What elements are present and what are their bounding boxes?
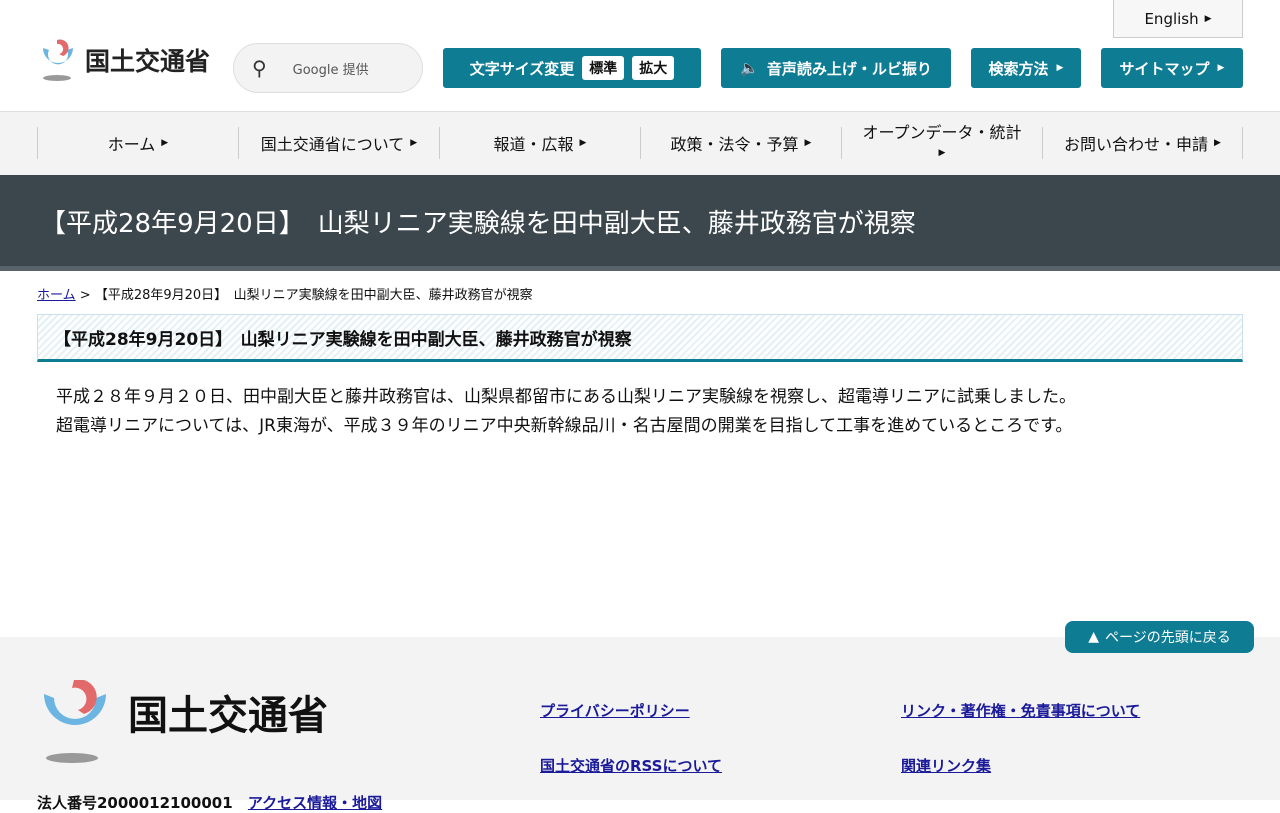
font-size-control: 文字サイズ変更 標準 拡大 [443, 48, 701, 88]
page-top-button[interactable]: ▲ ページの先頭に戻る [1065, 621, 1254, 653]
search-icon: ⚲ [252, 56, 267, 80]
read-aloud-button[interactable]: 🔈 音声読み上げ・ルビ振り [721, 48, 951, 88]
breadcrumb-current: 【平成28年9月20日】 山梨リニア実験線を田中副大臣、藤井政務官が視察 [94, 288, 533, 303]
breadcrumb-home[interactable]: ホーム [37, 288, 76, 303]
mlit-logo-icon [43, 680, 107, 763]
footer-logo-text: 国土交通省 [128, 693, 328, 739]
banner-title: 【平成28年9月20日】 山梨リニア実験線を田中副大臣、藤井政務官が視察 [40, 209, 916, 239]
privacy-link[interactable]: プライバシーポリシー [540, 700, 690, 721]
font-size-label: 文字サイズ変更 [469, 59, 575, 78]
rss-link[interactable]: 国土交通省のRSSについて [540, 755, 722, 776]
logo[interactable]: 国土交通省 [37, 38, 210, 82]
article-body: 平成２８年９月２０日、田中副大臣と藤井政務官は、山梨県都留市にある山梨リニア実験… [56, 383, 1076, 441]
mlit-logo-icon [43, 39, 73, 81]
english-button[interactable]: English ▶ [1113, 0, 1243, 38]
copyright-link[interactable]: リンク・著作権・免責事項について [901, 700, 1140, 721]
font-large-button[interactable]: 拡大 [632, 56, 675, 80]
nav-policy[interactable]: 政策・法令・予算 ▶ [640, 127, 841, 159]
speaker-icon: 🔈 [740, 59, 759, 77]
nav-opendata[interactable]: オープンデータ・統計 ▶ [841, 123, 1042, 159]
paragraph: 超電導リニアについては、JR東海が、平成３９年のリニア中央新幹線品川・名古屋間の… [56, 416, 1073, 436]
logo-text: 国土交通省 [85, 47, 211, 76]
read-aloud-label: 音声読み上げ・ルビ振り [766, 59, 932, 78]
footer-logo: 国土交通省 [38, 680, 328, 764]
search-placeholder: Google 提供 [292, 62, 369, 78]
nav-about[interactable]: 国土交通省について ▶ [238, 127, 439, 159]
breadcrumb-separator: > [79, 288, 91, 303]
nav-press[interactable]: 報道・広報 ▶ [439, 127, 640, 159]
sitemap-label: サイトマップ [1119, 59, 1210, 78]
font-standard-button[interactable]: 標準 [582, 56, 625, 80]
breadcrumb: ホーム > 【平成28年9月20日】 山梨リニア実験線を田中副大臣、藤井政務官が… [37, 284, 533, 303]
search-method-label: 検索方法 [988, 59, 1049, 78]
page-banner: 【平成28年9月20日】 山梨リニア実験線を田中副大臣、藤井政務官が視察 [0, 175, 1280, 271]
search-input[interactable]: ⚲ Google 提供 [233, 43, 423, 93]
nav-home[interactable]: ホーム ▶ [37, 127, 238, 159]
sitemap-button[interactable]: サイトマップ ▶ [1101, 48, 1243, 88]
access-link[interactable]: アクセス情報・地図 [248, 794, 382, 812]
arrow-up-icon: ▲ [1088, 629, 1100, 645]
paragraph: 平成２８年９月２０日、田中副大臣と藤井政務官は、山梨県都留市にある山梨リニア実験… [56, 387, 1076, 407]
search-method-button[interactable]: 検索方法 ▶ [971, 48, 1081, 88]
nav-contact[interactable]: お問い合わせ・申請 ▶ [1042, 127, 1243, 159]
global-nav: ホーム ▶ 国土交通省について ▶ 報道・広報 ▶ 政策・法令・予算 ▶ オープンデータ… [0, 111, 1280, 175]
corporate-number: 法人番号2000012100001 [37, 794, 233, 812]
english-label: English [1144, 9, 1199, 28]
related-links-link[interactable]: 関連リンク集 [901, 755, 991, 776]
footer-info: 法人番号2000012100001 アクセス情報・地図 [37, 792, 382, 813]
article-heading: 【平成28年9月20日】 山梨リニア実験線を田中副大臣、藤井政務官が視察 [37, 314, 1243, 362]
